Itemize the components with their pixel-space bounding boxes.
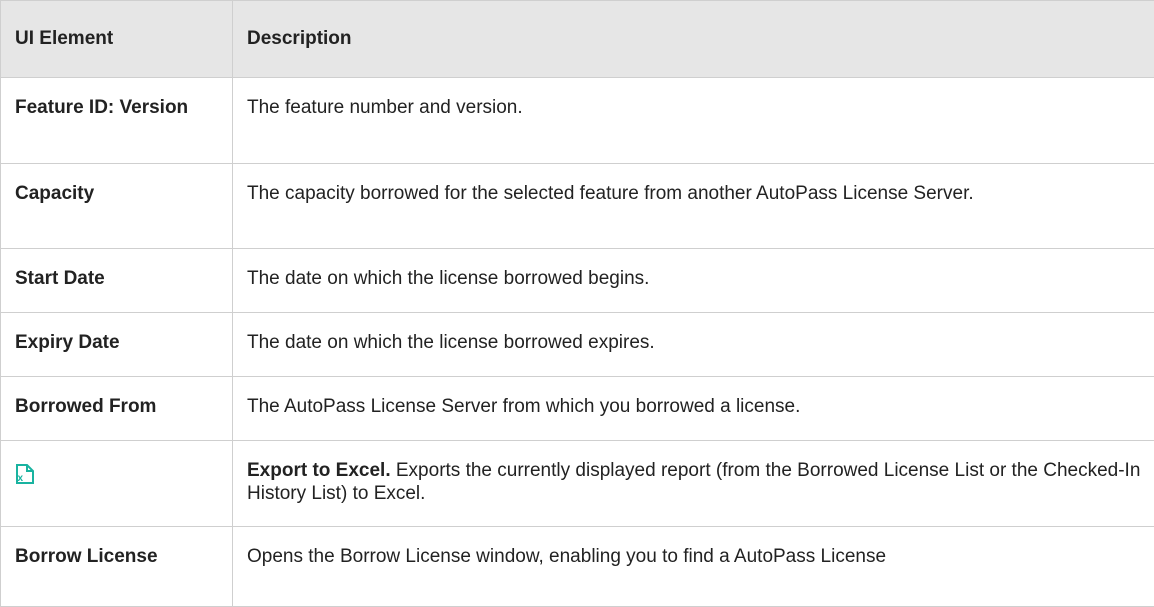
row-element-name: Capacity: [1, 164, 233, 249]
row-element-name: Start Date: [1, 249, 233, 313]
svg-text:x: x: [18, 473, 24, 484]
table-row: Borrowed From The AutoPass License Serve…: [1, 377, 1154, 441]
table-row: Feature ID: Version The feature number a…: [1, 78, 1154, 164]
row-element-name: Expiry Date: [1, 313, 233, 377]
row-element-name: Borrow License: [1, 527, 233, 607]
table-row: Borrow License Opens the Borrow License …: [1, 527, 1154, 607]
excel-export-icon: x: [15, 463, 35, 485]
table-row: Start Date The date on which the license…: [1, 249, 1154, 313]
row-element-name: Borrowed From: [1, 377, 233, 441]
row-description: The date on which the license borrowed e…: [233, 313, 1154, 377]
row-description: Opens the Borrow License window, enablin…: [233, 527, 1154, 607]
row-description: Export to Excel. Exports the currently d…: [233, 441, 1154, 527]
row-element-icon-cell: x: [1, 441, 233, 527]
export-to-excel-label: Export to Excel.: [247, 460, 391, 481]
ui-element-table: UI Element Description Feature ID: Versi…: [0, 0, 1154, 607]
table-row: x Export to Excel. Exports the currently…: [1, 441, 1154, 527]
row-description: The feature number and version.: [233, 78, 1154, 164]
row-description: The date on which the license borrowed b…: [233, 249, 1154, 313]
table-row: Expiry Date The date on which the licens…: [1, 313, 1154, 377]
table-row: Capacity The capacity borrowed for the s…: [1, 164, 1154, 249]
column-header-ui-element: UI Element: [1, 1, 233, 78]
row-description: The capacity borrowed for the selected f…: [233, 164, 1154, 249]
table-header-row: UI Element Description: [1, 1, 1154, 78]
column-header-description: Description: [233, 1, 1154, 78]
row-description: The AutoPass License Server from which y…: [233, 377, 1154, 441]
row-element-name: Feature ID: Version: [1, 78, 233, 164]
